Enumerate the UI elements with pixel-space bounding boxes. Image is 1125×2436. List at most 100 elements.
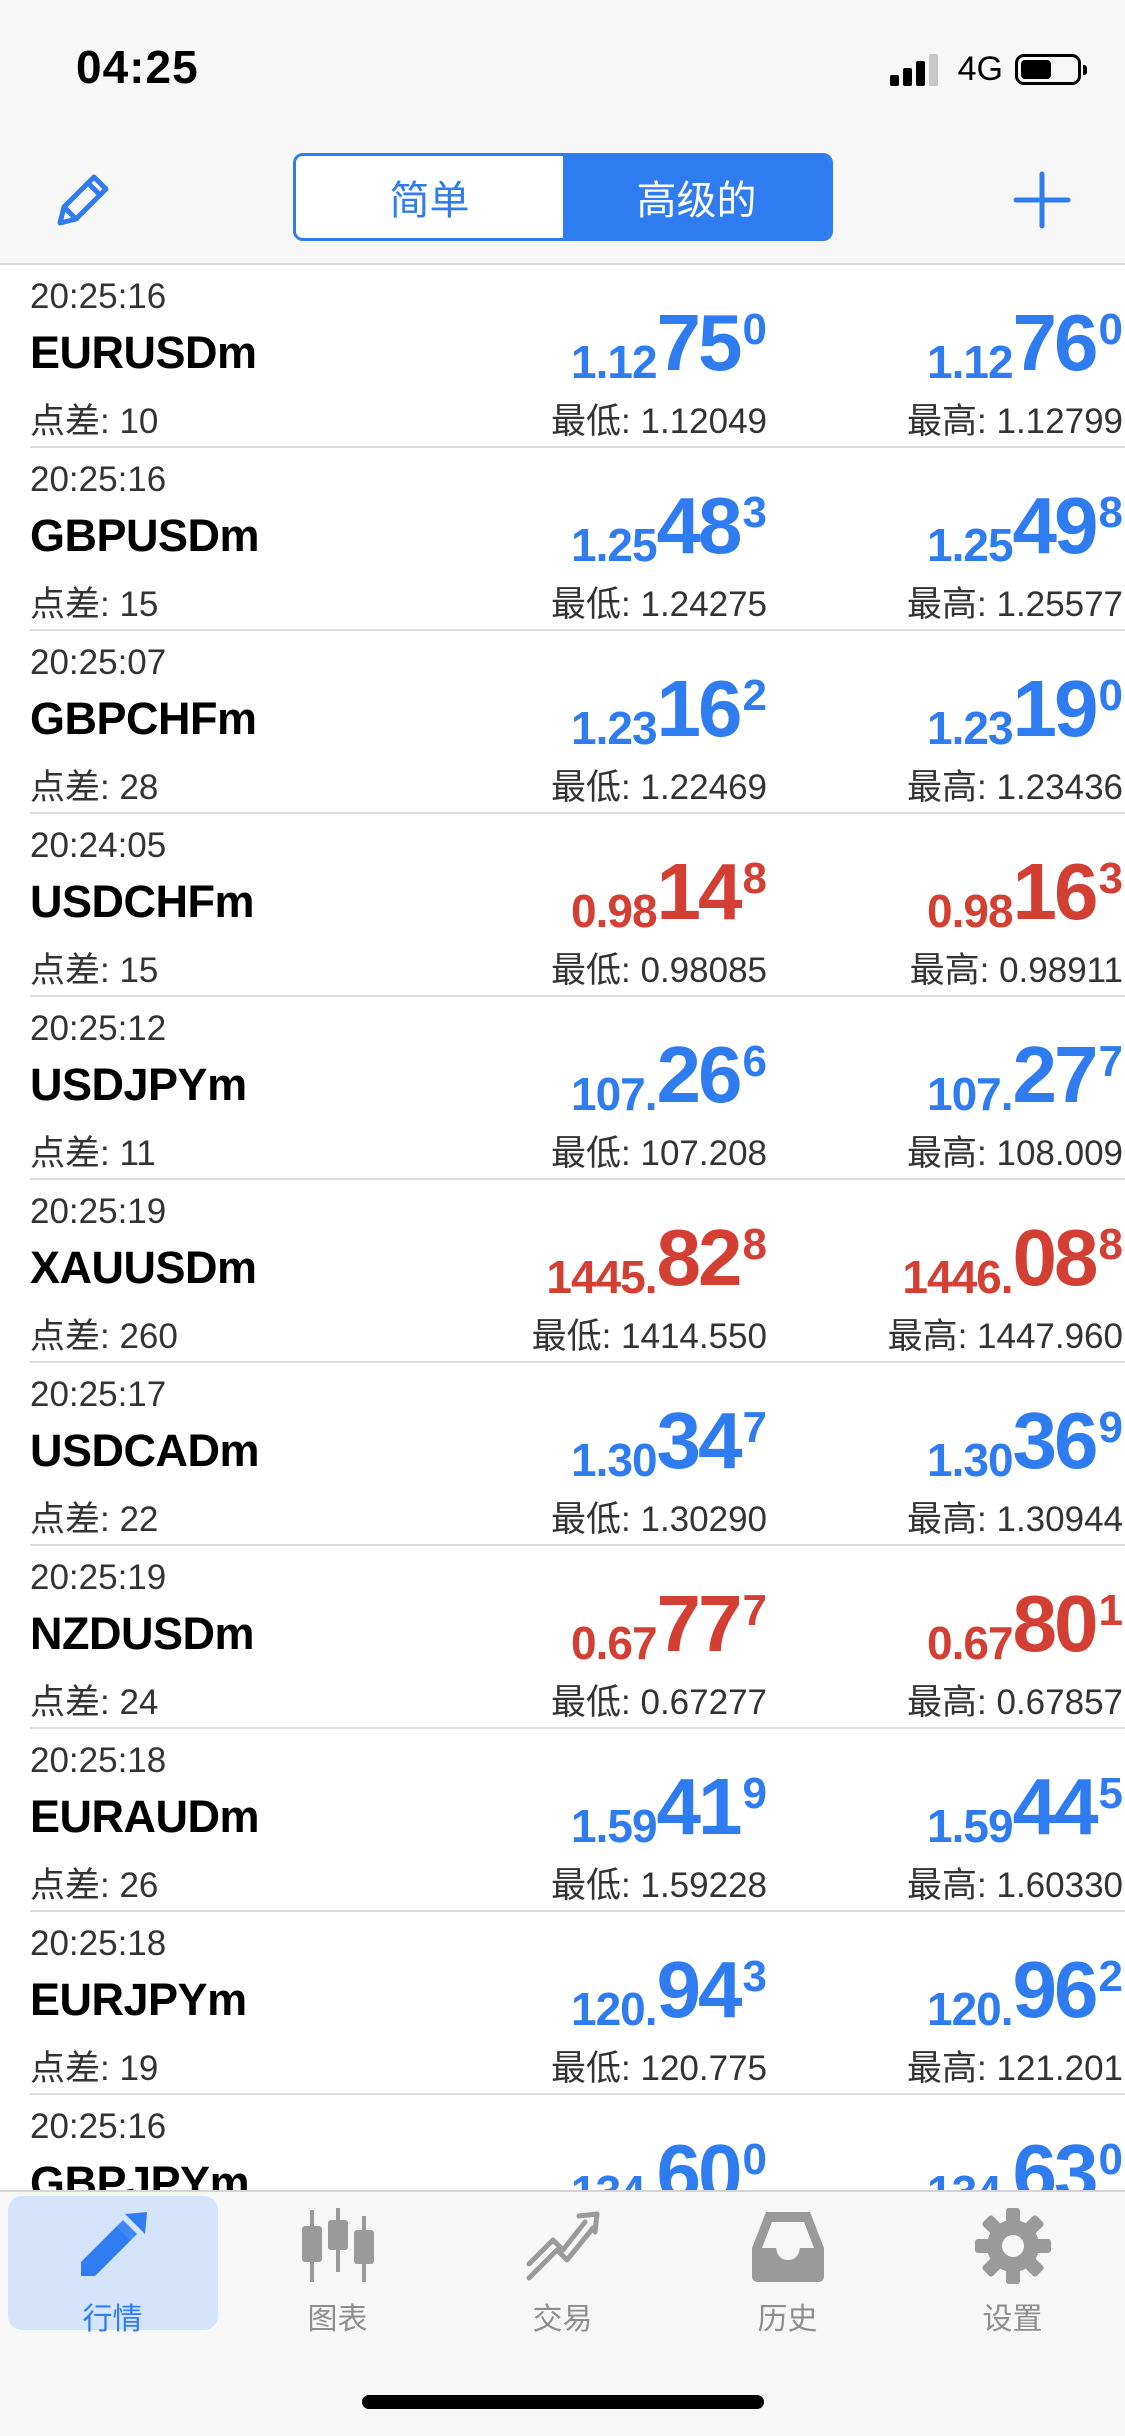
low-price: 最低: 0.98085 <box>551 951 767 990</box>
bid-price-prefix: 1.25 <box>571 519 658 571</box>
ask-price-pips: 19 <box>1012 664 1099 753</box>
quote-symbol: EURJPYm <box>30 1974 247 2025</box>
bid-price[interactable]: 120. 94 3 <box>571 1950 767 2036</box>
ask-price[interactable]: 134.630 <box>927 2133 1123 2191</box>
tab-history[interactable]: 历史 <box>675 2192 900 2342</box>
bid-price[interactable]: 107. 26 6 <box>571 1035 767 1121</box>
ask-price[interactable]: 1446. 08 8 <box>902 1213 1123 1304</box>
status-time: 04:25 <box>76 41 199 93</box>
plus-icon <box>1013 171 1071 229</box>
bid-price-fraction: 2 <box>742 671 767 720</box>
ask-price[interactable]: 1.30 36 9 <box>927 1401 1123 1487</box>
quote-time: 20:25:19 <box>30 1558 167 1597</box>
ask-price[interactable]: 120. 96 2 <box>927 1950 1123 2036</box>
quote-spread: 点差: 22 <box>30 1500 159 1539</box>
quote-row[interactable]: 20:25:17 USDCADm 点差: 22 1.30 34 7 1.30 36 9 最低: 1… <box>30 1363 1125 1546</box>
bid-price[interactable]: 134.600 <box>571 2133 767 2191</box>
quote-time: 20:25:17 <box>30 1375 167 1414</box>
signal-icon <box>889 52 942 86</box>
low-price: 最低: 1.12049 <box>551 402 767 441</box>
ask-price[interactable]: 0.98 16 3 <box>927 847 1123 938</box>
quote-row[interactable]: 20:25:12 USDJPYm 点差: 11 107. 26 6 107. 27 7 最低: 1… <box>30 997 1125 1180</box>
view-mode-segmented-control: 简单 高级的 <box>293 153 833 241</box>
pencil-icon <box>57 174 109 226</box>
ask-price-fraction: 2 <box>1098 1952 1123 2001</box>
ask-price-fraction: 0 <box>1098 2135 1123 2184</box>
ask-price-prefix: 0.67 <box>927 1617 1014 1669</box>
quote-row[interactable]: 20:24:05 USDCHFm 点差: 15 0.98 14 8 0.98 16 3 最低: 0… <box>30 814 1125 997</box>
home-indicator <box>362 2395 764 2409</box>
ask-price[interactable]: 107. 27 7 <box>927 1035 1123 1121</box>
ask-price[interactable]: 1.25 49 8 <box>927 486 1123 572</box>
quote-row[interactable]: 20:25:16 GBPUSDm 点差: 15 1.25 48 3 1.25 49 8 最低: 1… <box>30 448 1125 631</box>
quote-list[interactable]: 20:25:16 EURUSDm 点差: 10 1.12 75 0 1.12 76 0 最低: 1… <box>0 265 1125 2190</box>
quote-row[interactable]: 20:25:07 GBPCHFm 点差: 28 1.23 16 2 1.23 19 0 最低: 1… <box>30 631 1125 814</box>
bid-price-pips: 75 <box>656 298 743 387</box>
bid-price-prefix: 1.23 <box>571 702 658 754</box>
quote-time: 20:25:07 <box>30 643 167 682</box>
quote-spread: 点差: 19 <box>30 2049 159 2088</box>
bid-price-fraction: 3 <box>742 1952 767 2001</box>
segment-simple[interactable]: 简单 <box>296 156 563 238</box>
ask-price-pips: 80 <box>1012 1579 1099 1668</box>
quote-row[interactable]: 20:25:16 EURUSDm 点差: 10 1.12 75 0 1.12 76 0 最低: 1… <box>30 265 1125 448</box>
bid-price[interactable]: 0.98 14 8 <box>571 847 767 938</box>
ask-price-fraction: 7 <box>1098 1037 1123 1086</box>
quote-row[interactable]: 20:25:18 EURAUDm 点差: 26 1.59 41 9 1.59 44 5 最低: 1… <box>30 1729 1125 1912</box>
ask-price-fraction: 5 <box>1098 1769 1123 1818</box>
quote-time: 20:25:16 <box>30 460 167 499</box>
bid-price[interactable]: 1.23 16 2 <box>571 664 767 755</box>
bid-price-fraction: 8 <box>742 854 767 903</box>
ask-price[interactable]: 1.59 44 5 <box>927 1762 1123 1853</box>
quote-row[interactable]: 20:25:18 EURJPYm 点差: 19 120. 94 3 120. 96 2 最低: 1… <box>30 1912 1125 2095</box>
low-price: 最低: 1.30290 <box>551 1500 767 1539</box>
bid-price-prefix: 1.12 <box>571 336 658 388</box>
tab-quotes[interactable]: 行情 <box>0 2192 225 2342</box>
ask-price-prefix: 107. <box>927 1068 1014 1120</box>
bid-price[interactable]: 1.59 41 9 <box>571 1767 767 1853</box>
bid-price[interactable]: 1.30 34 7 <box>571 1396 767 1487</box>
quote-row[interactable]: 20:25:19 NZDUSDm 点差: 24 0.67 77 7 0.67 80 1 最低: 0… <box>30 1546 1125 1729</box>
add-symbol-button[interactable] <box>1010 168 1074 232</box>
ask-price-pips: 44 <box>1012 1762 1099 1851</box>
tab-label: 设置 <box>982 2303 1043 2336</box>
bid-price-pips: 34 <box>656 1396 743 1485</box>
tab-chart[interactable]: 图表 <box>225 2192 450 2342</box>
quote-time: 20:25:18 <box>30 1741 167 1780</box>
bid-price-prefix: 134. <box>571 2165 658 2190</box>
ask-price-pips: 16 <box>1012 847 1099 936</box>
bid-price-pips: 14 <box>656 847 743 936</box>
bid-price-pips: 16 <box>656 664 743 753</box>
ask-price-fraction: 9 <box>1098 1403 1123 1452</box>
bid-price[interactable]: 1.12 75 0 <box>571 298 767 389</box>
tab-trade[interactable]: 交易 <box>450 2192 675 2342</box>
ask-price-fraction: 1 <box>1098 1586 1123 1635</box>
quote-spread: 点差: 260 <box>30 1317 178 1356</box>
quote-spread: 点差: 15 <box>30 585 159 624</box>
ask-price-pips: 08 <box>1012 1213 1099 1302</box>
edit-button[interactable] <box>48 165 118 235</box>
quote-spread: 点差: 15 <box>30 951 159 990</box>
bid-price-prefix: 120. <box>571 1983 658 2035</box>
quote-symbol: EURAUDm <box>30 1791 260 1842</box>
ask-price[interactable]: 1.12 76 0 <box>927 303 1123 389</box>
nav-bar: 简单 高级的 <box>0 135 1125 265</box>
ask-price-fraction: 0 <box>1098 305 1123 354</box>
quote-symbol: GBPCHFm <box>30 693 257 744</box>
quote-symbol: USDJPYm <box>30 1059 247 1110</box>
low-price: 最低: 120.775 <box>551 2049 767 2088</box>
quote-row[interactable]: 20:25:19 XAUUSDm 点差: 260 1445. 82 8 1446. 08 8 最低… <box>30 1180 1125 1363</box>
battery-icon <box>1015 53 1087 85</box>
gear-icon <box>974 2208 1051 2284</box>
bid-price[interactable]: 1445. 82 8 <box>546 1218 767 1304</box>
ask-price[interactable]: 0.67 80 1 <box>927 1579 1123 1670</box>
segment-advanced[interactable]: 高级的 <box>563 156 830 238</box>
quote-time: 20:25:19 <box>30 1192 167 1231</box>
bid-price[interactable]: 0.67 77 7 <box>571 1584 767 1670</box>
quote-row[interactable]: 20:25:16GBPJPYm134.600134.630 <box>30 2095 1125 2190</box>
bid-price[interactable]: 1.25 48 3 <box>571 486 767 572</box>
quote-time: 20:25:16 <box>30 277 167 316</box>
chart-icon <box>301 2208 374 2282</box>
tab-settings[interactable]: 设置 <box>900 2192 1125 2342</box>
ask-price[interactable]: 1.23 19 0 <box>927 664 1123 755</box>
